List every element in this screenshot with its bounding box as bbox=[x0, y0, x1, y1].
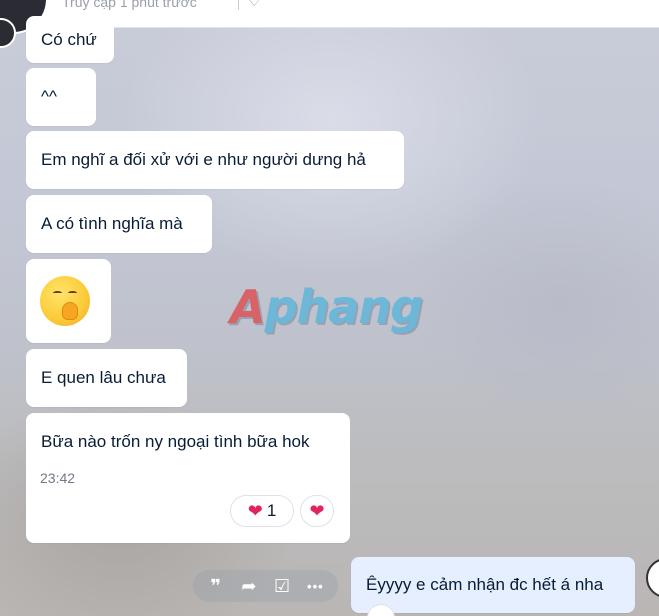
message-action-bar: ❞ ➦ ☑ ••• bbox=[193, 570, 338, 602]
hand-over-mouth-emoji bbox=[40, 276, 90, 326]
message-text: Êyyyy e cảm nhận đc hết á nha bbox=[366, 575, 604, 594]
heart-icon: ❤ bbox=[247, 501, 263, 521]
react-heart-button[interactable]: ❤ bbox=[300, 495, 334, 527]
message-bubble[interactable]: Có chứ bbox=[26, 16, 114, 63]
quote-icon[interactable]: ❞ bbox=[203, 573, 229, 599]
heart-icon: ❤ bbox=[309, 501, 325, 521]
more-icon[interactable]: ••• bbox=[302, 573, 328, 599]
emoji-hand bbox=[62, 302, 78, 320]
message-bubble[interactable]: Em nghĩ a đối xử với e như người dưng hả bbox=[26, 131, 404, 189]
message-bubble[interactable]: E quen lâu chưa bbox=[26, 349, 187, 407]
watermark-logo: Aphang bbox=[230, 280, 423, 334]
reaction-count: 1 bbox=[266, 501, 277, 520]
message-text: E quen lâu chưa bbox=[41, 368, 166, 387]
my-message-bubble[interactable]: Êyyyy e cảm nhận đc hết á nha bbox=[351, 557, 635, 613]
message-time: 23:42 bbox=[40, 470, 76, 486]
emoji-message-bubble[interactable] bbox=[26, 259, 111, 343]
message-bubble[interactable]: A có tình nghĩa mà bbox=[26, 195, 212, 253]
message-bubble[interactable]: ^^ bbox=[26, 68, 96, 126]
tag-icon[interactable]: ♡ bbox=[248, 0, 261, 10]
emoji-eye bbox=[53, 291, 62, 295]
share-icon[interactable]: ➦ bbox=[236, 573, 262, 599]
emoji-eye bbox=[68, 291, 77, 295]
message-text: Có chứ bbox=[41, 29, 97, 49]
message-text: Bữa nào trốn ny ngoại tình bữa hok bbox=[41, 432, 310, 451]
message-bubble[interactable]: Bữa nào trốn ny ngoại tình bữa hok 23:42… bbox=[26, 413, 350, 543]
message-text: ^^ bbox=[41, 87, 57, 106]
message-text: Em nghĩ a đối xử với e như người dưng hả bbox=[41, 150, 366, 169]
message-text: A có tình nghĩa mà bbox=[41, 214, 183, 233]
reaction-count-pill[interactable]: ❤ 1 bbox=[230, 495, 294, 527]
last-active-status: Truy cập 1 phút trước bbox=[62, 0, 197, 10]
header-divider bbox=[238, 0, 239, 10]
task-icon[interactable]: ☑ bbox=[269, 573, 295, 599]
